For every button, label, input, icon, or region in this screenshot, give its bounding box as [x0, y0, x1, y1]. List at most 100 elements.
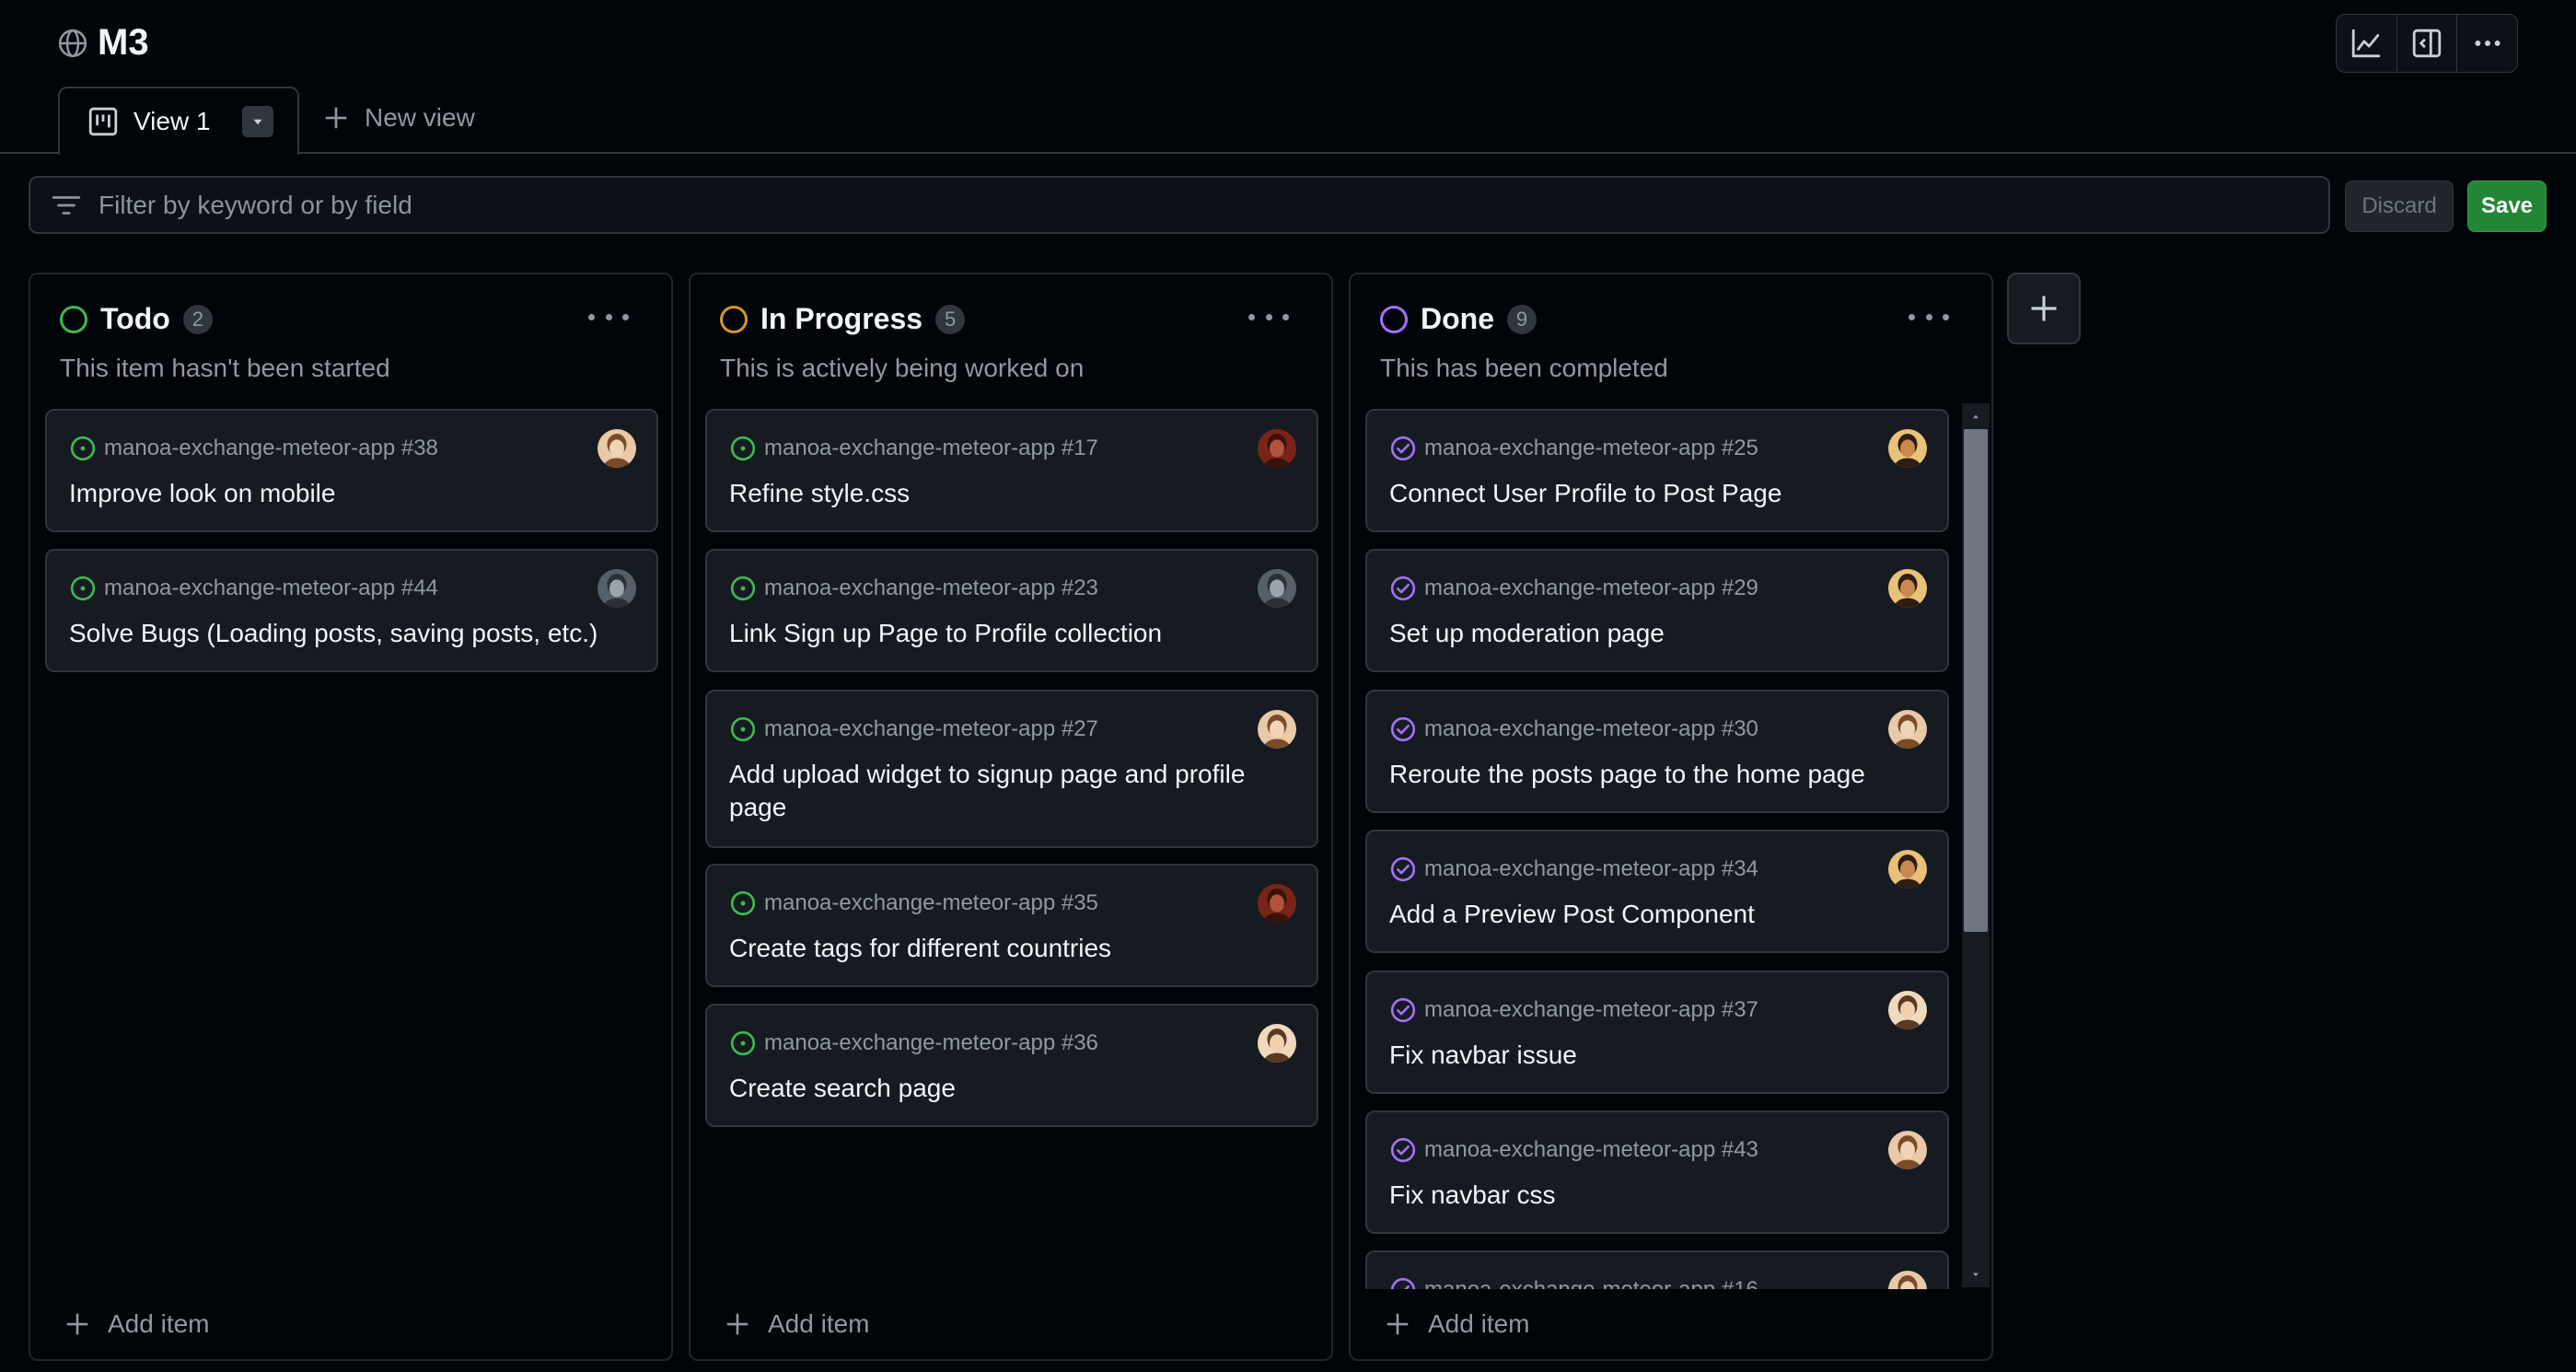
- assignee-avatar[interactable]: [1888, 1131, 1927, 1169]
- dot: [1943, 313, 1949, 320]
- card-meta: manoa-exchange-meteor-app #30: [1389, 715, 1758, 743]
- issue-card[interactable]: manoa-exchange-meteor-app #44 Solve Bugs …: [45, 549, 658, 672]
- issue-card[interactable]: manoa-exchange-meteor-app #34 Add a Previ…: [1365, 830, 1949, 953]
- card-title[interactable]: Create search page: [729, 1072, 1294, 1105]
- assignee-avatar[interactable]: [1258, 429, 1296, 468]
- plus-icon: [66, 1313, 88, 1335]
- scrollbar-thumb[interactable]: [1964, 429, 1988, 932]
- scroll-down-arrow-icon[interactable]: [1962, 1265, 1990, 1284]
- card-repo-ref[interactable]: manoa-exchange-meteor-app #17: [764, 436, 1098, 461]
- card-title[interactable]: Fix navbar css: [1389, 1179, 1925, 1212]
- scroll-up-arrow-icon[interactable]: [1962, 407, 1990, 425]
- column-header: Todo 2: [60, 302, 213, 336]
- card-repo-ref[interactable]: manoa-exchange-meteor-app #38: [104, 436, 438, 461]
- issue-card[interactable]: manoa-exchange-meteor-app #35 Create tags…: [705, 864, 1318, 987]
- graph-icon: [2352, 29, 2381, 58]
- assignee-avatar[interactable]: [1258, 710, 1296, 749]
- card-title[interactable]: Create tags for different countries: [729, 932, 1294, 965]
- dot: [588, 313, 595, 320]
- assignee-avatar[interactable]: [1258, 884, 1296, 923]
- issue-card[interactable]: manoa-exchange-meteor-app #16: [1365, 1250, 1949, 1289]
- tab-view-1[interactable]: View 1: [58, 87, 299, 155]
- assignee-avatar[interactable]: [1888, 1271, 1927, 1289]
- issue-opened-icon: [70, 436, 96, 461]
- card-repo-ref[interactable]: manoa-exchange-meteor-app #16: [1424, 1277, 1758, 1289]
- card-title[interactable]: Improve look on mobile: [69, 477, 634, 510]
- issue-card[interactable]: manoa-exchange-meteor-app #37 Fix navbar …: [1365, 971, 1949, 1094]
- issue-card[interactable]: manoa-exchange-meteor-app #25 Connect Use…: [1365, 409, 1949, 532]
- card-repo-ref[interactable]: manoa-exchange-meteor-app #34: [1424, 856, 1758, 882]
- issue-card[interactable]: manoa-exchange-meteor-app #36 Create sear…: [705, 1004, 1318, 1127]
- more-options-button[interactable]: [2457, 15, 2517, 72]
- insights-button[interactable]: [2337, 15, 2397, 72]
- card-title[interactable]: Refine style.css: [729, 477, 1294, 510]
- project-title-text: M3: [98, 22, 149, 63]
- assignee-avatar[interactable]: [598, 569, 636, 608]
- issue-card[interactable]: manoa-exchange-meteor-app #17 Refine styl…: [705, 409, 1318, 532]
- add-item-label: Add item: [768, 1309, 870, 1338]
- card-title[interactable]: Connect User Profile to Post Page: [1389, 477, 1925, 510]
- card-repo-ref[interactable]: manoa-exchange-meteor-app #35: [764, 890, 1098, 916]
- add-item-button[interactable]: Add item: [724, 1309, 870, 1339]
- side-panel-button[interactable]: [2397, 15, 2458, 72]
- add-item-button[interactable]: Add item: [1384, 1309, 1530, 1339]
- issue-card[interactable]: manoa-exchange-meteor-app #30 Reroute the…: [1365, 690, 1949, 813]
- card-repo-ref[interactable]: manoa-exchange-meteor-app #36: [764, 1030, 1098, 1056]
- assignee-avatar[interactable]: [598, 429, 636, 468]
- card-repo-ref[interactable]: manoa-exchange-meteor-app #30: [1424, 716, 1758, 742]
- dot: [1909, 313, 1915, 320]
- issue-opened-icon: [70, 576, 96, 601]
- card-meta: manoa-exchange-meteor-app #25: [1389, 435, 1758, 462]
- card-repo-ref[interactable]: manoa-exchange-meteor-app #43: [1424, 1137, 1758, 1163]
- issue-card[interactable]: manoa-exchange-meteor-app #29 Set up mode…: [1365, 549, 1949, 672]
- column-done: Done 9 This has been completed manoa-exchan…: [1349, 273, 1993, 1361]
- card-meta: manoa-exchange-meteor-app #36: [729, 1029, 1098, 1057]
- add-item-button[interactable]: Add item: [64, 1309, 210, 1339]
- discard-button[interactable]: Discard: [2345, 180, 2454, 232]
- column-more-button[interactable]: [588, 306, 629, 328]
- column-more-button[interactable]: [1248, 306, 1289, 328]
- card-title[interactable]: Fix navbar issue: [1389, 1039, 1925, 1072]
- plus-icon: [726, 1313, 748, 1335]
- card-repo-ref[interactable]: manoa-exchange-meteor-app #23: [764, 576, 1098, 601]
- issue-card[interactable]: manoa-exchange-meteor-app #43 Fix navbar …: [1365, 1110, 1949, 1234]
- card-title[interactable]: Solve Bugs (Loading posts, saving posts,…: [69, 617, 634, 650]
- assignee-avatar[interactable]: [1888, 850, 1927, 889]
- card-meta: manoa-exchange-meteor-app #43: [1389, 1136, 1758, 1164]
- vertical-scrollbar[interactable]: [1962, 403, 1990, 1287]
- assignee-avatar[interactable]: [1888, 991, 1927, 1029]
- status-circle-icon: [1380, 305, 1408, 333]
- assignee-avatar[interactable]: [1888, 429, 1927, 468]
- assignee-avatar[interactable]: [1258, 569, 1296, 608]
- card-repo-ref[interactable]: manoa-exchange-meteor-app #27: [764, 716, 1098, 742]
- assignee-avatar[interactable]: [1888, 710, 1927, 749]
- tabs-divider: [0, 152, 2576, 154]
- column-more-button[interactable]: [1909, 306, 1949, 328]
- card-title[interactable]: Add a Preview Post Component: [1389, 898, 1925, 931]
- view-options-dropdown[interactable]: [241, 106, 273, 137]
- card-repo-ref[interactable]: manoa-exchange-meteor-app #37: [1424, 997, 1758, 1023]
- issue-card[interactable]: manoa-exchange-meteor-app #38 Improve loo…: [45, 409, 658, 532]
- assignee-avatar[interactable]: [1888, 569, 1927, 608]
- issue-opened-icon: [730, 1030, 756, 1056]
- filter-input[interactable]: [99, 190, 2216, 220]
- card-repo-ref[interactable]: manoa-exchange-meteor-app #25: [1424, 436, 1758, 461]
- card-repo-ref[interactable]: manoa-exchange-meteor-app #44: [104, 576, 438, 601]
- issue-card[interactable]: manoa-exchange-meteor-app #23 Link Sign u…: [705, 549, 1318, 672]
- plus-icon: [325, 107, 347, 129]
- new-view-button[interactable]: New view: [322, 103, 475, 133]
- avatar-image: [1888, 1271, 1927, 1289]
- add-column-button[interactable]: [2007, 273, 2081, 344]
- save-button[interactable]: Save: [2467, 180, 2547, 232]
- card-title[interactable]: Set up moderation page: [1389, 617, 1925, 650]
- card-repo-ref[interactable]: manoa-exchange-meteor-app #29: [1424, 576, 1758, 601]
- card-meta: manoa-exchange-meteor-app #44: [69, 575, 438, 602]
- card-meta: manoa-exchange-meteor-app #29: [1389, 575, 1758, 602]
- issue-card[interactable]: manoa-exchange-meteor-app #27 Add upload …: [705, 690, 1318, 848]
- card-title[interactable]: Link Sign up Page to Profile collection: [729, 617, 1294, 650]
- assignee-avatar[interactable]: [1258, 1024, 1296, 1063]
- project-board-icon: [88, 107, 118, 136]
- card-title[interactable]: Reroute the posts page to the home page: [1389, 758, 1925, 791]
- avatar-image: [1888, 991, 1927, 1029]
- card-title[interactable]: Add upload widget to signup page and pro…: [729, 758, 1294, 824]
